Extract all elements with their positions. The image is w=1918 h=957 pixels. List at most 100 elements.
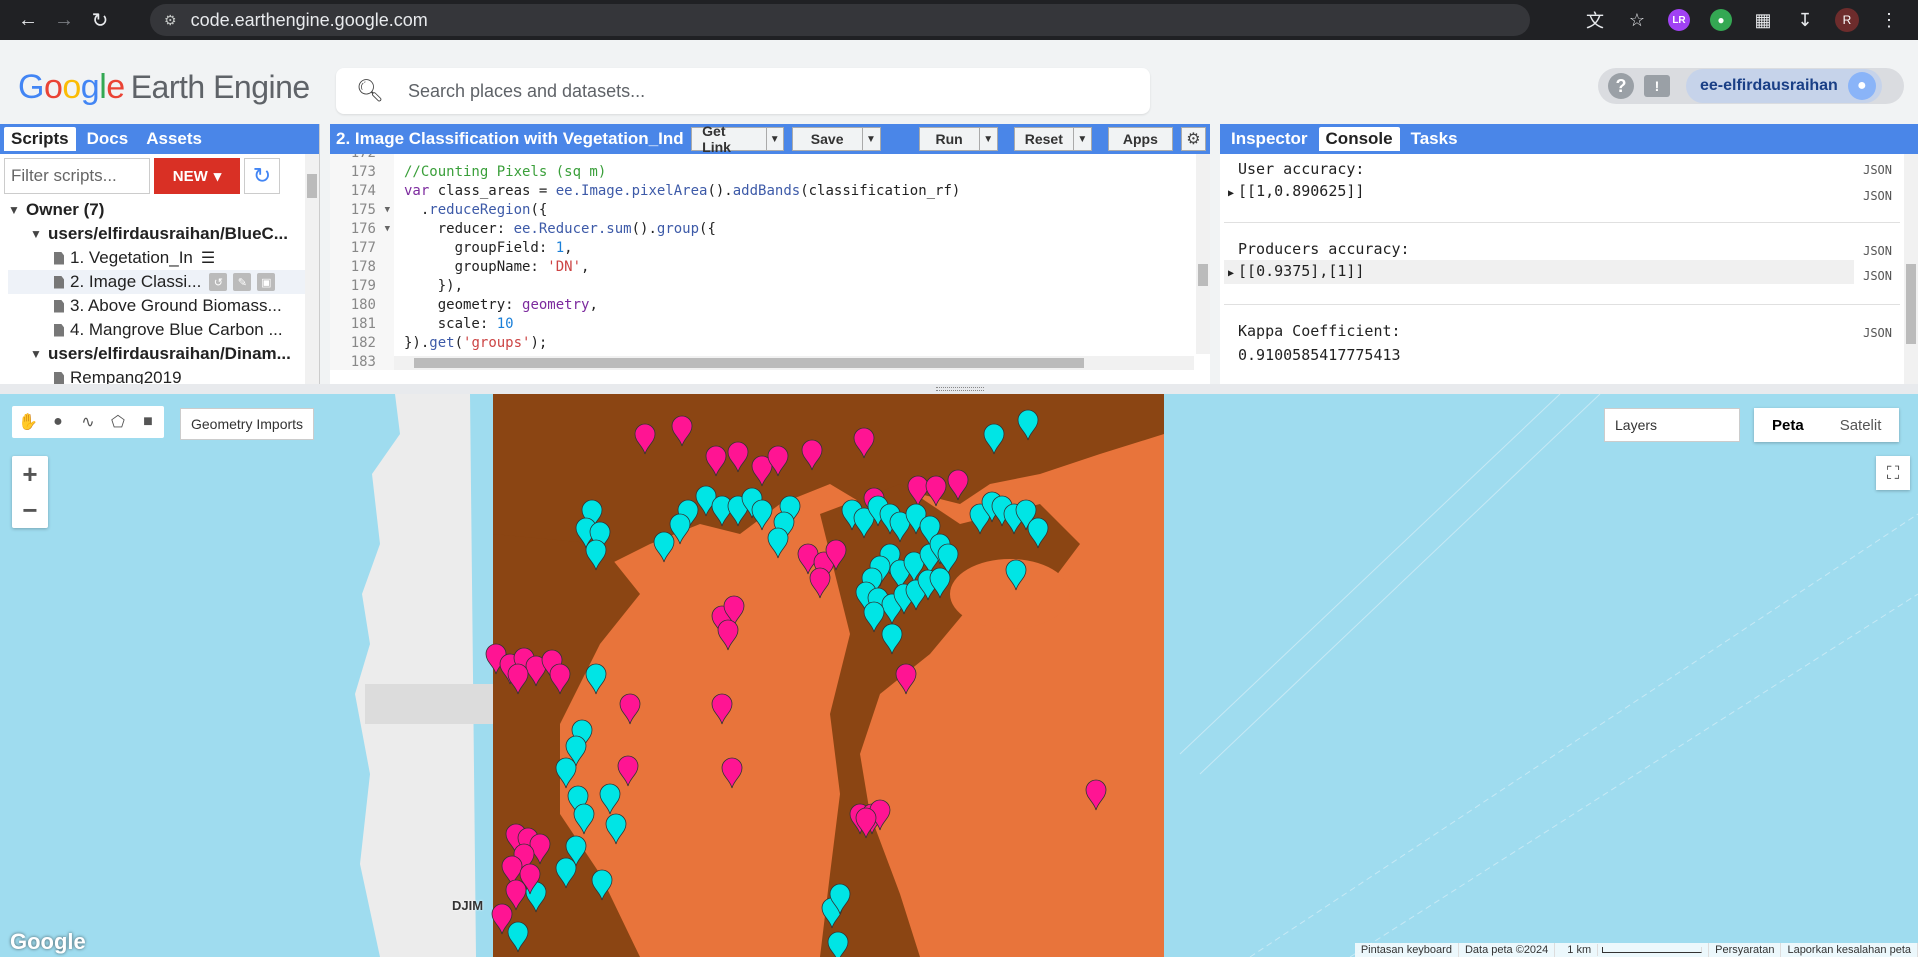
- map-splitter[interactable]: [0, 384, 1918, 394]
- browser-menu-icon[interactable]: ⋮: [1874, 5, 1904, 35]
- feedback-icon[interactable]: !: [1644, 75, 1670, 97]
- reload-icon[interactable]: ↻: [82, 2, 118, 38]
- land-area: [0, 394, 476, 957]
- history-icon[interactable]: ↺: [209, 273, 228, 291]
- terms-link[interactable]: Persyaratan: [1709, 943, 1782, 957]
- run-button[interactable]: Run ▼: [918, 127, 998, 151]
- fold-icon[interactable]: ▼: [385, 201, 390, 220]
- keyboard-shortcuts-link[interactable]: Pintasan keyboard: [1355, 943, 1459, 957]
- edit-pencil-icon[interactable]: ✎: [233, 273, 252, 291]
- json-link[interactable]: JSON: [1863, 189, 1892, 203]
- delete-icon[interactable]: ▣: [257, 273, 276, 291]
- fullscreen-icon[interactable]: ⛶: [1876, 456, 1910, 490]
- extension-green-icon[interactable]: ●: [1706, 5, 1736, 35]
- caret-down-icon[interactable]: ▼: [978, 128, 997, 150]
- filter-scripts-input[interactable]: [4, 158, 150, 194]
- list-options-icon[interactable]: ☰: [201, 248, 215, 268]
- search-input[interactable]: [407, 80, 1108, 102]
- scale-indicator[interactable]: 1 km: [1555, 943, 1710, 957]
- json-link[interactable]: JSON: [1863, 269, 1892, 283]
- extensions-puzzle-icon[interactable]: ▦: [1748, 5, 1778, 35]
- caret-down-icon[interactable]: ▼: [861, 128, 880, 150]
- line-number-fold[interactable]: 176 ▼: [330, 220, 394, 239]
- script-title[interactable]: 2. Image Classification with Vegetation_…: [336, 129, 683, 149]
- bookmark-star-icon[interactable]: ☆: [1622, 5, 1652, 35]
- pan-hand-icon[interactable]: ✋: [14, 408, 42, 436]
- polygon-tool-icon[interactable]: ⬠: [104, 408, 132, 436]
- geometry-imports-button[interactable]: Geometry Imports: [180, 408, 315, 440]
- map-type-peta[interactable]: Peta: [1754, 408, 1822, 442]
- translate-icon[interactable]: 文: [1580, 5, 1610, 35]
- line-number: 183: [350, 354, 376, 370]
- tree-owner[interactable]: ▼ Owner (7): [8, 198, 319, 222]
- caret-down-icon[interactable]: ▼: [765, 128, 783, 150]
- line-tool-icon[interactable]: ∿: [74, 408, 102, 436]
- code-text[interactable]: //Counting Pixels (sq m) var class_areas…: [404, 154, 960, 370]
- download-icon[interactable]: ↧: [1790, 5, 1820, 35]
- tab-console[interactable]: Console: [1318, 127, 1400, 151]
- fold-icon[interactable]: ▼: [385, 220, 390, 239]
- tree-file[interactable]: 3. Above Ground Biomass...: [8, 294, 319, 318]
- json-link[interactable]: JSON: [1863, 163, 1892, 177]
- expand-triangle-icon[interactable]: ▶: [1228, 268, 1234, 279]
- tab-assets[interactable]: Assets: [139, 127, 209, 151]
- tab-inspector[interactable]: Inspector: [1224, 127, 1315, 151]
- file-icon: [54, 323, 64, 337]
- point-marker-icon[interactable]: ●: [44, 408, 72, 436]
- zoom-in-icon[interactable]: +: [12, 456, 48, 492]
- json-link[interactable]: JSON: [1863, 244, 1892, 258]
- apps-button[interactable]: Apps: [1107, 127, 1173, 151]
- gee-header: GoogleEarth Engine 🔍︎ ? ! ee-elfirdausra…: [0, 40, 1918, 124]
- site-settings-icon[interactable]: ⚙: [164, 12, 177, 29]
- scripts-scrollbar[interactable]: [305, 154, 319, 384]
- tree-repo-bluecarbon[interactable]: ▼ users/elfirdausraihan/BlueC...: [8, 222, 319, 246]
- right-splitter[interactable]: [1210, 124, 1220, 384]
- google-watermark: Google: [10, 929, 86, 954]
- json-link[interactable]: JSON: [1863, 326, 1892, 340]
- help-icon[interactable]: ?: [1608, 73, 1634, 99]
- user-account-button[interactable]: ee-elfirdausraihan ●: [1686, 69, 1882, 103]
- extension-lr-icon[interactable]: LR: [1664, 5, 1694, 35]
- expand-triangle-icon[interactable]: ▼: [8, 203, 26, 217]
- user-accuracy-value[interactable]: ▶ [[1,0.890625]]: [1228, 182, 1364, 200]
- back-icon[interactable]: ←: [10, 2, 46, 38]
- producers-accuracy-value[interactable]: ▶ [[0.9375],[1]]: [1228, 262, 1364, 280]
- editor-vertical-scrollbar[interactable]: [1196, 154, 1210, 354]
- tab-tasks[interactable]: Tasks: [1404, 127, 1465, 151]
- code-area[interactable]: 172 173 174 175▼ 176▼ 177 178 179 180 18…: [330, 154, 1210, 370]
- map-view[interactable]: ✋ ● ∿ ⬠ ■ Geometry Imports + − Layers Pe…: [0, 394, 1918, 957]
- tree-file-selected[interactable]: 2. Image Classi... ↺ ✎ ▣: [8, 270, 319, 294]
- report-error-link[interactable]: Laporkan kesalahan peta: [1781, 943, 1918, 957]
- line-number: 180: [350, 297, 376, 313]
- editor-horizontal-scrollbar[interactable]: [394, 356, 1194, 370]
- expand-triangle-icon[interactable]: ▶: [1228, 188, 1234, 199]
- tab-docs[interactable]: Docs: [80, 127, 136, 151]
- console-scrollbar[interactable]: [1904, 154, 1918, 384]
- save-button[interactable]: Save ▼: [791, 127, 881, 151]
- layers-button[interactable]: Layers: [1604, 408, 1740, 442]
- new-script-button[interactable]: NEW ▾: [154, 158, 240, 194]
- gear-icon[interactable]: ⚙: [1180, 127, 1206, 151]
- rectangle-tool-icon[interactable]: ■: [134, 408, 162, 436]
- caret-down-icon[interactable]: ▼: [1072, 128, 1091, 150]
- code-line: groupField: 1,: [404, 240, 573, 256]
- map-type-toggle: Peta Satelit: [1754, 408, 1900, 442]
- tree-file[interactable]: 4. Mangrove Blue Carbon ...: [8, 318, 319, 342]
- tree-file[interactable]: 1. Vegetation_In ☰: [8, 246, 319, 270]
- airport-area: [365, 684, 495, 724]
- earth-engine-logo[interactable]: Google Earth Engine: [18, 68, 310, 107]
- tab-scripts[interactable]: Scripts: [4, 127, 76, 151]
- refresh-icon[interactable]: ↻: [244, 158, 280, 194]
- profile-avatar[interactable]: R: [1832, 5, 1862, 35]
- get-link-button[interactable]: Get Link ▼: [691, 123, 784, 155]
- forward-icon[interactable]: →: [46, 2, 82, 38]
- reset-button[interactable]: Reset ▼: [1013, 127, 1092, 151]
- address-bar[interactable]: ⚙ code.earthengine.google.com: [150, 4, 1530, 36]
- zoom-out-icon[interactable]: −: [12, 492, 48, 528]
- tree-repo-dinamika[interactable]: ▼ users/elfirdausraihan/Dinam...: [8, 342, 319, 366]
- left-splitter[interactable]: [320, 124, 330, 384]
- line-number-fold[interactable]: 175 ▼: [330, 201, 394, 220]
- map-type-satelit[interactable]: Satelit: [1822, 408, 1900, 442]
- expand-triangle-icon[interactable]: ▼: [30, 347, 48, 361]
- expand-triangle-icon[interactable]: ▼: [30, 227, 48, 241]
